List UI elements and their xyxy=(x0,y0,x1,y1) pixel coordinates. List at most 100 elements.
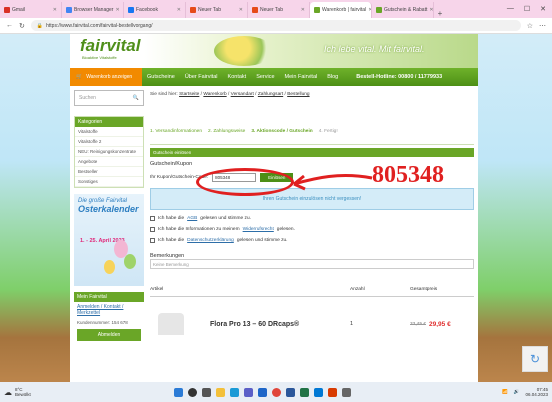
breadcrumb-link[interactable]: Startseite xyxy=(179,92,199,97)
nav-item-ueber-fairvital[interactable]: Über Fairvital xyxy=(180,74,223,80)
recaptcha-badge[interactable]: ↻ xyxy=(522,346,548,372)
new-tab-button[interactable]: + xyxy=(434,9,446,18)
nav-item-kontakt[interactable]: Kontakt xyxy=(223,74,252,80)
nav-item-mein-fairvital[interactable]: Mein Fairvital xyxy=(280,74,323,80)
tab-favicon-icon xyxy=(66,7,72,13)
close-window-button[interactable]: ✕ xyxy=(540,5,546,13)
breadcrumb-link[interactable]: Warenkorb xyxy=(203,92,226,97)
nav-item-service[interactable]: Service xyxy=(251,74,279,80)
favorite-star-icon[interactable]: ☆ xyxy=(527,22,533,30)
easter-egg-image xyxy=(124,254,136,269)
search-icon[interactable] xyxy=(188,387,197,397)
app-icon[interactable] xyxy=(328,387,337,397)
taskbar-apps xyxy=(174,387,351,397)
minimize-button[interactable]: — xyxy=(507,5,514,13)
breadcrumb-link[interactable]: Versandart xyxy=(231,92,254,97)
category-item[interactable]: Vitalstoffe xyxy=(75,127,143,137)
clock-date[interactable]: 06.04.2023 xyxy=(525,392,548,397)
nav-item-blog[interactable]: Blog xyxy=(322,74,343,80)
edge-icon[interactable] xyxy=(230,387,239,397)
file-explorer-icon[interactable] xyxy=(216,387,225,397)
browser-menu-icon[interactable]: ⋯ xyxy=(539,22,546,30)
agb-link[interactable]: AGB xyxy=(187,216,197,221)
nav-item-gutscheine[interactable]: Gutscheine xyxy=(142,74,180,80)
tab-label: Neuer Tab xyxy=(260,7,283,13)
coupon-section-bar: Gutschein einlösen xyxy=(150,148,474,157)
excel-icon[interactable] xyxy=(300,387,309,397)
photos-icon[interactable] xyxy=(314,387,323,397)
browser-tab[interactable]: Neuer Tab ✕ xyxy=(186,2,248,18)
category-item[interactable]: Vitalstoffe 2 xyxy=(75,137,143,147)
step-coupon: 3. Aktionscode / Gutschein xyxy=(251,129,313,134)
category-item[interactable]: Bestseller xyxy=(75,167,143,177)
product-quantity: 1 xyxy=(350,321,354,327)
store-icon[interactable] xyxy=(244,387,253,397)
reload-icon[interactable]: ↻ xyxy=(19,22,25,30)
back-icon[interactable]: ← xyxy=(6,22,13,29)
col-total: Gesamtpreis xyxy=(410,287,438,292)
lock-icon: 🔒 xyxy=(36,22,44,29)
window-controls: — ☐ ✕ xyxy=(501,5,552,18)
check-text: gelesen. xyxy=(276,227,295,232)
close-tab-icon[interactable]: ✕ xyxy=(177,7,181,13)
show-cart-button[interactable]: 🛒 Warenkorb anzeigen xyxy=(70,68,142,86)
customer-number: Kundennummer: 154 678 xyxy=(77,320,128,325)
privacy-link[interactable]: Datenschutzerklärung xyxy=(187,238,234,243)
address-bar: ← ↻ 🔒 https://www.fairvital.com/fairvita… xyxy=(0,18,552,34)
category-item[interactable]: NEU: Reinigungskonzentrate xyxy=(75,147,143,157)
maximize-button[interactable]: ☐ xyxy=(524,5,530,13)
search-icon[interactable]: 🔍 xyxy=(133,95,139,101)
order-row: Flora Pro 13 – 60 DRcaps® 1 33,45 € 29,9… xyxy=(150,313,474,335)
breadcrumb-link[interactable]: Zahlungsart xyxy=(258,92,283,97)
word-icon[interactable] xyxy=(286,387,295,397)
close-tab-icon[interactable]: ✕ xyxy=(301,7,305,13)
browser-tab[interactable]: Neuer Tab ✕ xyxy=(248,2,310,18)
close-tab-icon[interactable]: ✕ xyxy=(429,7,433,13)
browser-tab[interactable]: Facebook ✕ xyxy=(124,2,186,18)
search-input[interactable]: Suchen 🔍 xyxy=(74,90,144,106)
my-fairvital-link[interactable]: Anmelden / Kontakt / Merkzettel xyxy=(74,302,144,318)
annotation-number: 805348 xyxy=(372,162,444,188)
url-input[interactable]: 🔒 https://www.fairvital.com/fairvital-be… xyxy=(30,20,521,31)
windows-start-icon[interactable] xyxy=(174,387,183,397)
tab-label: Neuer Tab xyxy=(198,7,221,13)
site-logo-subtitle: Bioaktive Vitalstoffe xyxy=(82,55,117,60)
agb-checkbox[interactable] xyxy=(150,216,155,221)
easter-egg-image xyxy=(104,260,115,274)
privacy-checkbox[interactable] xyxy=(150,238,155,243)
chrome-icon[interactable] xyxy=(272,387,281,397)
withdrawal-link[interactable]: Widerrufsrecht xyxy=(243,227,274,232)
step-shipping[interactable]: 1. Versandinformationen xyxy=(150,129,202,134)
task-view-icon[interactable] xyxy=(202,387,211,397)
close-tab-icon[interactable]: ✕ xyxy=(239,7,243,13)
breadcrumb-link[interactable]: Bestellung xyxy=(287,92,309,97)
mail-icon[interactable] xyxy=(258,387,267,397)
weather-widget[interactable]: ☁ 8°C Bewölkt xyxy=(4,387,62,397)
wifi-icon[interactable]: 📶 xyxy=(502,389,508,395)
site-logo[interactable]: fairvital xyxy=(80,36,140,56)
search-placeholder: Suchen xyxy=(79,95,96,101)
category-item[interactable]: Sonstiges xyxy=(75,177,143,187)
withdrawal-checkbox[interactable] xyxy=(150,227,155,232)
close-tab-icon[interactable]: ✕ xyxy=(53,7,57,13)
easter-calendar-promo[interactable]: Die große Fairvital Osterkalender 1. - 2… xyxy=(74,194,144,286)
category-item[interactable]: Angebote xyxy=(75,157,143,167)
step-payment[interactable]: 2. Zahlungsweise xyxy=(208,129,245,134)
cart-label: Warenkorb anzeigen xyxy=(86,74,133,80)
promo-line2: Osterkalender xyxy=(78,204,139,214)
check-text: Ich habe die Informationen zu meinem xyxy=(158,227,240,232)
product-name[interactable]: Flora Pro 13 – 60 DRcaps® xyxy=(210,321,350,328)
close-tab-icon[interactable]: ✕ xyxy=(115,7,119,13)
app-icon[interactable] xyxy=(342,387,351,397)
logout-button[interactable]: Abmelden xyxy=(77,329,141,341)
remarks-textarea[interactable]: Keine Bemerkung xyxy=(150,259,474,269)
withdrawal-checkbox-row: Ich habe die Informationen zu meinem Wid… xyxy=(150,227,474,232)
browser-tab-active[interactable]: Warenkorb | fairvital ✕ xyxy=(310,2,372,18)
browser-tab[interactable]: Gutschein & Rabatt ✕ xyxy=(372,2,434,18)
browser-tab[interactable]: Browser Manager ✕ xyxy=(62,2,124,18)
browser-tab[interactable]: Gmail ✕ xyxy=(0,2,62,18)
speaker-icon[interactable]: 🔊 xyxy=(514,389,520,395)
col-quantity: Anzahl xyxy=(350,287,365,292)
check-text: Ich habe die xyxy=(158,216,185,221)
url-text: https://www.fairvital.com/fairvital-best… xyxy=(46,22,153,29)
